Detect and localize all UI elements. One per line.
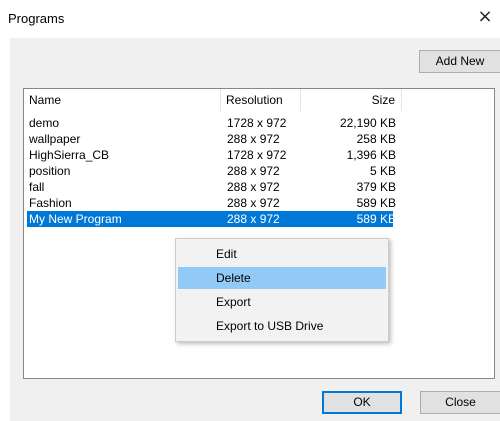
row-name: position (29, 164, 71, 178)
add-new-button[interactable]: Add New (419, 50, 500, 73)
row-name: My New Program (29, 212, 122, 226)
row-size: 589 KB (356, 212, 396, 226)
row-resolution: 288 x 972 (227, 164, 280, 178)
row-size: 379 KB (356, 180, 396, 194)
row-name: wallpaper (29, 132, 81, 146)
list-row[interactable]: position 288 x 972 5 KB (24, 163, 494, 179)
row-size: 1,396 KB (346, 148, 396, 162)
context-menu-delete[interactable]: Delete (178, 267, 386, 289)
row-resolution: 288 x 972 (227, 180, 280, 194)
row-size: 589 KB (356, 196, 396, 210)
list-row[interactable]: fall 288 x 972 379 KB (24, 179, 494, 195)
dialog-body: Add New Name Resolution Size demo 1728 x… (10, 38, 500, 421)
close-icon[interactable]: × (476, 8, 494, 26)
list-row[interactable]: HighSierra_CB 1728 x 972 1,396 KB (24, 147, 494, 163)
row-resolution: 1728 x 972 (227, 148, 287, 162)
context-menu-export-usb[interactable]: Export to USB Drive (178, 315, 386, 337)
row-resolution: 288 x 972 (227, 196, 280, 210)
list-row[interactable]: demo 1728 x 972 22,190 KB (24, 115, 494, 131)
list-row-selected[interactable]: My New Program 288 x 972 589 KB (24, 211, 494, 227)
row-name: HighSierra_CB (29, 148, 110, 162)
ok-button[interactable]: OK (322, 391, 402, 414)
context-menu-edit[interactable]: Edit (178, 243, 386, 265)
close-button[interactable]: Close (420, 391, 500, 414)
list-row[interactable]: Fashion 288 x 972 589 KB (24, 195, 494, 211)
context-menu: Edit Delete Export Export to USB Drive (175, 238, 389, 342)
list-rows: demo 1728 x 972 22,190 KB wallpaper 288 … (24, 115, 494, 227)
row-resolution: 288 x 972 (227, 132, 280, 146)
row-name: demo (29, 116, 60, 130)
window-title: Programs (8, 11, 65, 26)
title-bar: Programs × (0, 0, 500, 36)
row-size: 22,190 KB (339, 116, 396, 130)
column-header-size[interactable]: Size (301, 89, 402, 111)
row-size: 5 KB (369, 164, 396, 178)
row-name: fall (29, 180, 45, 194)
column-header-name[interactable]: Name (24, 89, 221, 111)
row-resolution: 288 x 972 (227, 212, 280, 226)
column-header-resolution[interactable]: Resolution (221, 89, 301, 111)
row-resolution: 1728 x 972 (227, 116, 287, 130)
list-header: Name Resolution Size (24, 89, 494, 111)
context-menu-export[interactable]: Export (178, 291, 386, 313)
row-name: Fashion (29, 196, 72, 210)
list-row[interactable]: wallpaper 288 x 972 258 KB (24, 131, 494, 147)
row-size: 258 KB (356, 132, 396, 146)
